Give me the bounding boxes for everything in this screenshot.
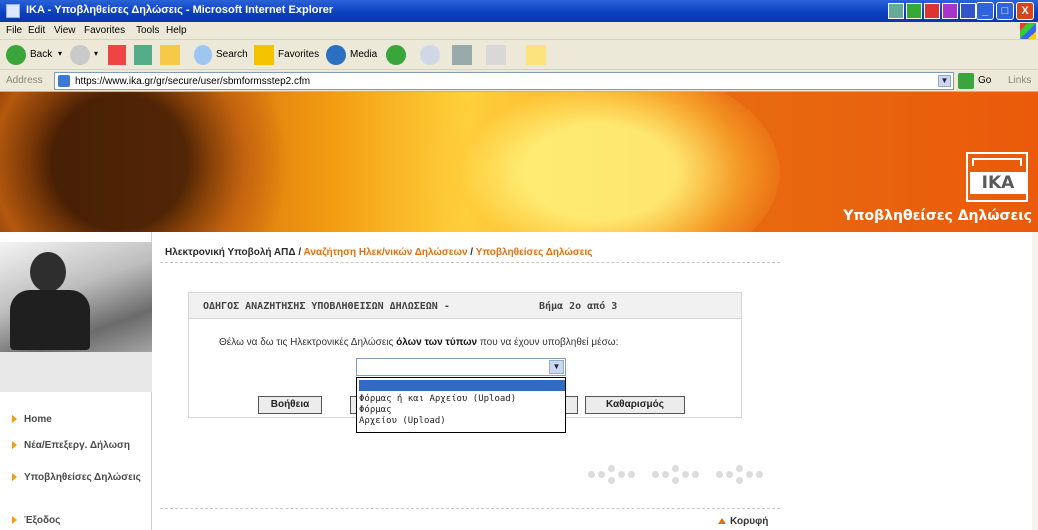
instruction-before: Θέλω να δω τις Ηλεκτρονικές Δηλώσεις [219, 337, 394, 348]
window-controls: _ □ X [976, 2, 1034, 20]
left-sidebar: Home Νέα/Επεξεργ. Δήλωση Υποβληθείσες Δη… [0, 232, 152, 530]
menu-edit[interactable]: Edit [28, 25, 45, 36]
window-title-bar: IKA - Υποβληθείσες Δηλώσεις - Microsoft … [0, 0, 1038, 22]
favorites-label[interactable]: Favorites [278, 49, 319, 60]
submission-method-select[interactable]: ▼ [356, 358, 566, 376]
sunflower-petals-image [420, 92, 780, 232]
sidebar-item-label[interactable]: Νέα/Επεξεργ. Δήλωση [24, 440, 144, 451]
back-icon[interactable] [6, 45, 26, 65]
stop-icon[interactable] [108, 45, 126, 65]
windows-flag-icon [1020, 23, 1036, 39]
tray-icon[interactable] [960, 3, 976, 19]
forward-icon[interactable] [70, 45, 90, 65]
refresh-icon[interactable] [134, 45, 152, 65]
instruction-after: που να έχουν υποβληθεί μέσω: [479, 337, 619, 348]
ika-logo-text: IKA [970, 172, 1026, 194]
window-title: IKA - Υποβληθείσες Δηλώσεις - Microsoft … [26, 4, 334, 16]
dropdown-option[interactable]: Αρχείου (Upload) [359, 416, 565, 427]
top-link-label[interactable]: Κορυφή [730, 516, 768, 527]
up-arrow-icon [718, 518, 726, 525]
photo-desk [0, 352, 152, 392]
address-url[interactable]: https://www.ika.gr/gr/secure/user/sbmfor… [75, 76, 310, 87]
logo-roof-icon [972, 158, 1022, 166]
wizard-instruction: Θέλω να δω τις Ηλεκτρονικές Δηλώσεις όλω… [219, 337, 618, 348]
chevron-down-icon[interactable]: ▼ [549, 360, 564, 374]
minimize-button[interactable]: _ [976, 2, 994, 20]
sidebar-item-label[interactable]: Υποβληθείσες Δηλώσεις [24, 472, 144, 483]
breadcrumb-divider [160, 262, 780, 263]
breadcrumb: Ηλεκτρονική Υποβολή ΑΠΔ / Αναζήτηση Ηλεκ… [165, 247, 593, 258]
address-dropdown-icon[interactable]: ▼ [938, 75, 951, 87]
breadcrumb-separator: / [295, 247, 304, 258]
edit-icon[interactable] [486, 45, 506, 65]
menu-view[interactable]: View [54, 25, 76, 36]
maximize-button[interactable]: □ [996, 2, 1014, 20]
tray-icon[interactable] [888, 3, 904, 19]
dropdown-option[interactable] [359, 380, 565, 391]
back-dropdown-icon[interactable]: ▾ [58, 49, 62, 58]
tray-icon[interactable] [942, 3, 958, 19]
sidebar-item-label[interactable]: Home [24, 414, 144, 425]
office-photo [0, 242, 152, 392]
wizard-title: ΟΔΗΓΟΣ ΑΝΑΖΗΤΗΣΗΣ ΥΠΟΒΛΗΘΕΙΣΩΝ ΔΗΛΩΣΕΩΝ … [203, 301, 450, 312]
search-label[interactable]: Search [216, 49, 248, 60]
back-label[interactable]: Back [30, 49, 52, 60]
home-icon[interactable] [160, 45, 180, 65]
address-label: Address [6, 75, 43, 86]
forward-dropdown-icon[interactable]: ▾ [94, 49, 98, 58]
menu-favorites[interactable]: Favorites [84, 25, 125, 36]
orange-arrow-icon [12, 516, 17, 524]
go-arrow-icon[interactable] [958, 73, 974, 89]
back-to-top-link[interactable]: Κορυφή [718, 516, 768, 527]
history-icon[interactable] [386, 45, 406, 65]
page-banner: IKA Υποβληθείσες Δηλώσεις [0, 92, 1038, 232]
menu-bar: File Edit View Favorites Tools Help [0, 22, 1038, 40]
breadcrumb-link-submitted[interactable]: Υποβληθείσες Δηλώσεις [476, 247, 593, 258]
footer-divider [160, 508, 780, 509]
address-bar: Address https://www.ika.gr/gr/secure/use… [0, 70, 1038, 92]
submission-method-options: Φόρμας ή και Αρχείου (Upload) Φόρμας Αρχ… [356, 377, 566, 433]
browser-toolbar: Back ▾ ▾ Search Favorites Media [0, 40, 1038, 70]
print-icon[interactable] [452, 45, 472, 65]
page-icon [58, 75, 70, 87]
mail-icon[interactable] [420, 45, 440, 65]
breadcrumb-root: Ηλεκτρονική Υποβολή ΑΠΔ [165, 247, 296, 258]
orange-arrow-icon [12, 441, 17, 449]
tray-icon[interactable] [906, 3, 922, 19]
wizard-step: Βήμα 2ο από 3 [539, 301, 618, 312]
sidebar-item-label[interactable]: Έξοδος [24, 515, 144, 526]
tray-icons [888, 3, 976, 19]
dropdown-option[interactable]: Φόρμας ή και Αρχείου (Upload) [359, 394, 565, 405]
breadcrumb-separator: / [467, 247, 476, 258]
orange-arrow-icon [12, 473, 17, 481]
menu-help[interactable]: Help [166, 25, 187, 36]
links-button[interactable]: Links [1008, 75, 1031, 86]
close-button[interactable]: X [1016, 2, 1034, 20]
tray-icon[interactable] [924, 3, 940, 19]
ie-app-icon [6, 4, 20, 18]
media-icon[interactable] [326, 45, 346, 65]
address-input[interactable]: https://www.ika.gr/gr/secure/user/sbmfor… [54, 72, 954, 90]
menu-file[interactable]: File [6, 25, 22, 36]
notes-icon[interactable] [526, 45, 546, 65]
favorites-star-icon[interactable] [254, 45, 274, 65]
instruction-bold: όλων των τύπων [396, 337, 478, 348]
breadcrumb-link-search[interactable]: Αναζήτηση Ηλεκ/νικών Δηλώσεων [304, 247, 468, 258]
media-label[interactable]: Media [350, 49, 377, 60]
decorative-dots [588, 455, 778, 495]
search-icon[interactable] [194, 45, 212, 65]
wizard-header: ΟΔΗΓΟΣ ΑΝΑΖΗΤΗΣΗΣ ΥΠΟΒΛΗΘΕΙΣΩΝ ΔΗΛΩΣΕΩΝ … [189, 293, 741, 319]
vertical-scrollbar[interactable] [1032, 232, 1038, 530]
photo-person-body [10, 290, 90, 350]
photo-person-head [30, 252, 66, 292]
help-button[interactable]: Βοήθεια [258, 396, 322, 414]
menu-tools[interactable]: Tools [136, 25, 159, 36]
go-button[interactable]: Go [978, 75, 991, 86]
orange-arrow-icon [12, 415, 17, 423]
clear-button[interactable]: Καθαρισμός [585, 396, 685, 414]
dropdown-option[interactable]: Φόρμας [359, 405, 565, 416]
sunflower-image [0, 92, 300, 232]
banner-title: Υποβληθείσες Δηλώσεις [843, 208, 1032, 224]
